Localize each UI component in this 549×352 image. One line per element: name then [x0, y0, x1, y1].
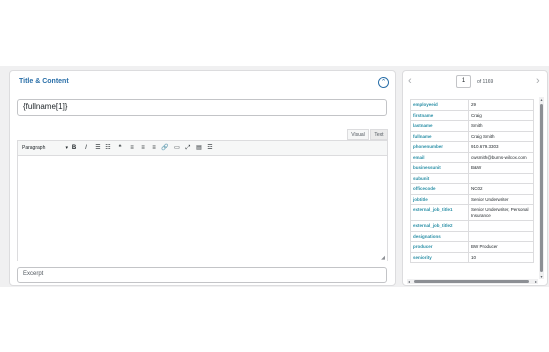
blockquote-icon[interactable]: ❝ [116, 144, 124, 153]
field-name: lastname [410, 120, 469, 132]
field-value: cwsmith@burns-wilcox.com [468, 151, 534, 163]
tab-visual[interactable]: Visual [347, 129, 369, 140]
scroll-right-icon[interactable]: ▸ [535, 279, 537, 284]
field-value: B&W [468, 162, 534, 174]
numbered-list-icon[interactable]: ☷ [104, 144, 112, 153]
field-value: 29 [468, 99, 534, 111]
title-content-panel: Title & Content ⌃ {fullname[1]} Visual T… [9, 70, 396, 286]
scroll-up-icon[interactable]: ▴ [539, 97, 544, 102]
field-name: phonenumber [410, 141, 469, 153]
italic-icon[interactable]: I [82, 144, 90, 153]
field-value: Smith [468, 120, 534, 132]
fullscreen-icon[interactable]: ⤢ [184, 144, 192, 153]
bold-icon[interactable]: B [70, 144, 78, 153]
table-row: phonenumber 910.679.3303 [410, 141, 534, 153]
excerpt-field[interactable]: Excerpt [17, 267, 387, 283]
table-row: fullname Craig Smith [410, 130, 534, 142]
record-preview-panel: ‹ 1 of 1169 › employeeid 29 firstname Craig… [402, 70, 548, 286]
field-name: subunit [410, 172, 469, 184]
record-table: employeeid 29 firstname Craig lastname Smith f… [410, 99, 534, 263]
format-select-label: Paragraph [22, 145, 46, 151]
toolbar-toggle-icon[interactable]: ▤ [195, 144, 203, 153]
table-row: email cwsmith@burns-wilcox.com [410, 151, 534, 163]
table-row: seniority 10 [410, 251, 534, 263]
table-row: officecode NC02 [410, 183, 534, 195]
tab-text[interactable]: Text [370, 129, 388, 140]
field-value [468, 220, 534, 232]
field-name: email [410, 151, 469, 163]
field-value: Craig Smith [468, 130, 534, 142]
title-field[interactable]: {fullname[1]} [17, 99, 387, 116]
field-value [468, 172, 534, 184]
link-icon[interactable]: 🔗 [161, 144, 169, 153]
field-name: businessunit [410, 162, 469, 174]
horizontal-scroll-thumb[interactable] [414, 280, 529, 283]
field-name: fullname [410, 130, 469, 142]
kitchen-sink-icon[interactable]: ☲ [206, 144, 214, 153]
field-name: external_job_title2 [410, 220, 469, 232]
field-name: external_job_title1 [410, 204, 469, 221]
field-name: firstname [410, 109, 469, 121]
editor-toolbar: Paragraph ▾ B I ☰ ☷ ❝ ≡ ≡ ≡ 🔗 ▭ ⤢ ▤ ☲ [18, 141, 387, 156]
caret-down-icon: ▾ [65, 145, 68, 151]
field-value: BW Producer [468, 241, 534, 253]
table-row: producer BW Producer [410, 241, 534, 253]
editor-body[interactable]: ◢ [18, 156, 387, 262]
field-name: officecode [410, 183, 469, 195]
resize-handle-icon[interactable]: ◢ [381, 255, 385, 261]
field-name: employeeid [410, 99, 469, 111]
chevron-up-icon[interactable]: ⌃ [378, 77, 389, 88]
field-name: producer [410, 241, 469, 253]
read-more-icon[interactable]: ▭ [173, 144, 181, 153]
bulleted-list-icon[interactable]: ☰ [94, 144, 102, 153]
align-right-icon[interactable]: ≡ [150, 144, 158, 153]
table-row: jobtitle Senior Underwriter [410, 193, 534, 205]
field-value [468, 230, 534, 242]
content-editor: Paragraph ▾ B I ☰ ☷ ❝ ≡ ≡ ≡ 🔗 ▭ ⤢ ▤ ☲ ◢ [17, 140, 388, 262]
table-row: external_job_title1 Senior Underwriter, P… [410, 204, 534, 221]
field-value: NC02 [468, 183, 534, 195]
table-row: subunit [410, 172, 534, 184]
field-value: Craig [468, 109, 534, 121]
scroll-left-icon[interactable]: ◂ [408, 279, 410, 284]
table-row: designations [410, 230, 534, 242]
page-number-input[interactable]: 1 [456, 75, 471, 88]
field-name: seniority [410, 251, 469, 263]
vertical-scrollbar[interactable]: ▴ ▾ [539, 97, 544, 279]
scroll-down-icon[interactable]: ▾ [539, 274, 544, 279]
field-name: jobtitle [410, 193, 469, 205]
align-center-icon[interactable]: ≡ [139, 144, 147, 153]
format-select[interactable]: Paragraph ▾ [22, 144, 68, 153]
field-value: Senior Underwriter [468, 193, 534, 205]
table-row: employeeid 29 [410, 99, 534, 111]
table-row: firstname Craig [410, 109, 534, 121]
table-row: businessunit B&W [410, 162, 534, 174]
field-value: 10 [468, 251, 534, 263]
field-value: Senior Underwriter, Personal Insurance [468, 204, 534, 221]
next-record-icon[interactable]: › [536, 75, 540, 87]
field-value: 910.679.3303 [468, 141, 534, 153]
table-row: external_job_title2 [410, 220, 534, 232]
align-left-icon[interactable]: ≡ [128, 144, 136, 153]
vertical-scroll-thumb[interactable] [540, 104, 543, 272]
field-name: designations [410, 230, 469, 242]
prev-record-icon[interactable]: ‹ [408, 75, 412, 87]
panel-title: Title & Content [19, 78, 69, 85]
page-count-label: of 1169 [477, 79, 494, 85]
table-row: lastname Smith [410, 120, 534, 132]
horizontal-scrollbar[interactable]: ◂ ▸ [407, 279, 538, 284]
